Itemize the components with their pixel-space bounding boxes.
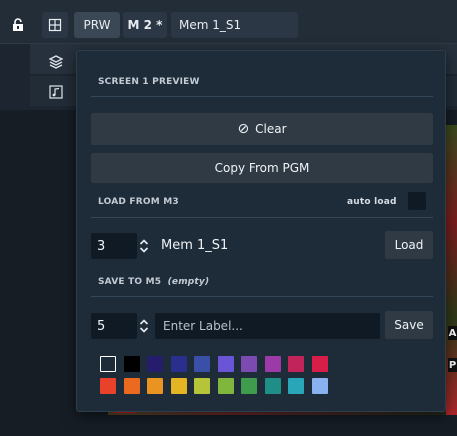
layout-grid-icon[interactable] bbox=[42, 12, 68, 38]
color-swatch[interactable] bbox=[264, 378, 281, 394]
auto-load-checkbox[interactable] bbox=[408, 192, 426, 210]
color-swatch[interactable] bbox=[311, 356, 328, 372]
color-swatch[interactable] bbox=[123, 378, 140, 394]
load-memory-name: Mem 1_S1 bbox=[161, 238, 229, 253]
clear-button[interactable]: ⊘ Clear bbox=[91, 113, 433, 145]
overlay-label-p: P bbox=[448, 358, 457, 372]
color-swatch[interactable] bbox=[194, 378, 210, 394]
save-label-input[interactable] bbox=[155, 313, 380, 339]
music-note-icon[interactable] bbox=[38, 80, 74, 104]
color-swatch[interactable] bbox=[147, 378, 163, 394]
divider bbox=[91, 296, 433, 297]
color-swatch[interactable] bbox=[217, 356, 234, 372]
save-number-value: 5 bbox=[97, 318, 106, 334]
color-swatch[interactable] bbox=[311, 378, 328, 394]
memory-name-display[interactable]: Mem 1_S1 bbox=[171, 12, 298, 38]
preview-section-title: SCREEN 1 PREVIEW bbox=[98, 77, 200, 87]
memory-selector-button[interactable]: M 2 * bbox=[123, 12, 167, 38]
no-symbol-icon: ⊘ bbox=[237, 121, 250, 137]
color-swatch[interactable] bbox=[288, 356, 304, 372]
load-number-stepper-icon[interactable] bbox=[137, 233, 151, 259]
color-swatch[interactable] bbox=[100, 378, 116, 394]
copy-from-pgm-button[interactable]: Copy From PGM bbox=[91, 153, 433, 183]
save-section-title: SAVE TO M5 (empty) bbox=[98, 277, 209, 287]
load-section-title: LOAD FROM M3 bbox=[98, 197, 179, 207]
lock-icon[interactable] bbox=[7, 12, 29, 38]
save-memory-number-input[interactable]: 5 bbox=[91, 313, 137, 339]
save-note: (empty) bbox=[167, 277, 210, 287]
color-swatch[interactable] bbox=[288, 378, 304, 394]
color-swatch[interactable] bbox=[194, 356, 210, 372]
app-window: PRW M 2 * Mem 1_S1 A P SCREEN 1 PREVIEW … bbox=[0, 0, 457, 436]
clear-button-label: Clear bbox=[255, 122, 287, 136]
load-memory-number-input[interactable]: 3 bbox=[91, 233, 137, 259]
save-number-stepper-icon[interactable] bbox=[137, 313, 151, 339]
color-swatch[interactable] bbox=[217, 378, 234, 394]
color-swatch[interactable] bbox=[100, 356, 116, 372]
color-swatch[interactable] bbox=[170, 356, 187, 372]
color-swatch[interactable] bbox=[241, 378, 257, 394]
load-number-value: 3 bbox=[97, 238, 106, 254]
layers-icon[interactable] bbox=[38, 50, 74, 74]
color-swatch[interactable] bbox=[241, 356, 257, 372]
top-toolbar: PRW M 2 * Mem 1_S1 bbox=[0, 0, 457, 44]
divider bbox=[91, 96, 433, 97]
overlay-label-a: A bbox=[448, 326, 457, 340]
save-title-text: SAVE TO M5 bbox=[98, 277, 162, 287]
preview-memory-panel: SCREEN 1 PREVIEW ⊘ Clear Copy From PGM L… bbox=[76, 50, 446, 412]
color-swatch[interactable] bbox=[147, 356, 163, 372]
color-swatch[interactable] bbox=[170, 378, 187, 394]
save-button[interactable]: Save bbox=[385, 311, 433, 339]
auto-load-label: auto load bbox=[347, 197, 397, 207]
load-button[interactable]: Load bbox=[385, 231, 433, 259]
divider bbox=[91, 217, 433, 218]
preview-button[interactable]: PRW bbox=[74, 12, 120, 38]
color-swatch[interactable] bbox=[264, 356, 281, 372]
color-swatch[interactable] bbox=[123, 356, 140, 372]
